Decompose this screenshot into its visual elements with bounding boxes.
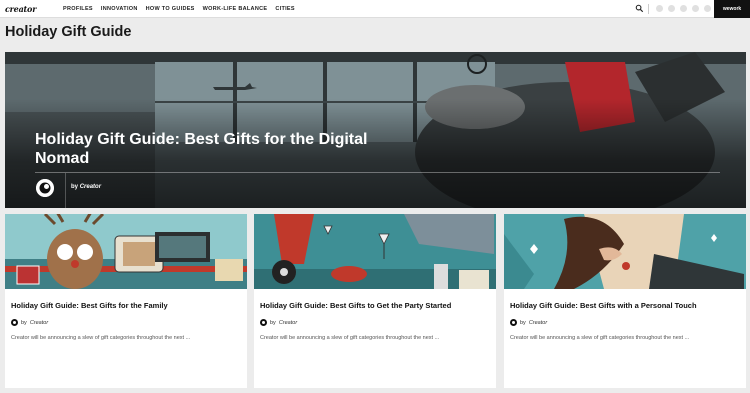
- search-icon[interactable]: [635, 4, 644, 13]
- card-title[interactable]: Holiday Gift Guide: Best Gifts to Get th…: [260, 301, 492, 310]
- nav-item-innovation[interactable]: INNOVATION: [101, 6, 138, 12]
- author-link[interactable]: Creator: [529, 320, 547, 326]
- hero-divider: [35, 172, 720, 173]
- social-icon[interactable]: [656, 5, 663, 12]
- site-logo[interactable]: creator: [5, 4, 36, 14]
- card-byline: by Creator: [260, 319, 297, 326]
- byline-prefix: by: [21, 319, 27, 326]
- byline-prefix: by: [520, 319, 526, 326]
- byline-prefix: by: [71, 184, 79, 190]
- author-link[interactable]: Creator: [30, 320, 48, 326]
- nav-divider: [648, 4, 649, 14]
- card-title[interactable]: Holiday Gift Guide: Best Gifts with a Pe…: [510, 301, 742, 310]
- article-card-personal[interactable]: Holiday Gift Guide: Best Gifts with a Pe…: [504, 214, 746, 388]
- social-icon[interactable]: [680, 5, 687, 12]
- author-link[interactable]: Creator: [80, 184, 101, 190]
- hero-article[interactable]: Holiday Gift Guide: Best Gifts for the D…: [5, 52, 746, 208]
- card-byline: by Creator: [510, 319, 547, 326]
- byline-prefix: by: [270, 319, 276, 326]
- card-byline: by Creator: [11, 319, 48, 326]
- author-avatar-icon: [260, 319, 267, 326]
- nav-item-work-life-balance[interactable]: WORK-LIFE BALANCE: [203, 6, 268, 12]
- nav-item-profiles[interactable]: PROFILES: [63, 6, 93, 12]
- brand-badge[interactable]: wework: [714, 0, 750, 18]
- social-icon[interactable]: [668, 5, 675, 12]
- article-card-family[interactable]: Holiday Gift Guide: Best Gifts for the F…: [5, 214, 247, 388]
- card-excerpt: Creator will be announcing a slew of gif…: [510, 335, 690, 341]
- author-avatar-icon: [11, 319, 18, 326]
- card-illustration-personal: [504, 214, 746, 289]
- author-avatar-icon: [36, 179, 54, 197]
- author-link[interactable]: Creator: [279, 320, 297, 326]
- hero-byline: by Creator: [71, 184, 101, 190]
- top-nav: creator PROFILES INNOVATION HOW TO GUIDE…: [0, 0, 750, 18]
- social-links: [656, 5, 711, 12]
- hero-title[interactable]: Holiday Gift Guide: Best Gifts for the D…: [35, 130, 415, 168]
- nav-item-cities[interactable]: CITIES: [275, 6, 295, 12]
- card-illustration-family: [5, 214, 247, 289]
- card-title[interactable]: Holiday Gift Guide: Best Gifts for the F…: [11, 301, 243, 310]
- author-avatar-icon: [510, 319, 517, 326]
- social-icon[interactable]: [704, 5, 711, 12]
- page-title: Holiday Gift Guide: [5, 24, 132, 40]
- hero-divider-vertical: [65, 173, 66, 208]
- main-nav: PROFILES INNOVATION HOW TO GUIDES WORK-L…: [63, 6, 295, 12]
- nav-item-how-to-guides[interactable]: HOW TO GUIDES: [146, 6, 195, 12]
- article-card-party[interactable]: Holiday Gift Guide: Best Gifts to Get th…: [254, 214, 496, 388]
- card-illustration-party: [254, 214, 496, 289]
- social-icon[interactable]: [692, 5, 699, 12]
- card-excerpt: Creator will be announcing a slew of gif…: [11, 335, 191, 341]
- card-excerpt: Creator will be announcing a slew of gif…: [260, 335, 440, 341]
